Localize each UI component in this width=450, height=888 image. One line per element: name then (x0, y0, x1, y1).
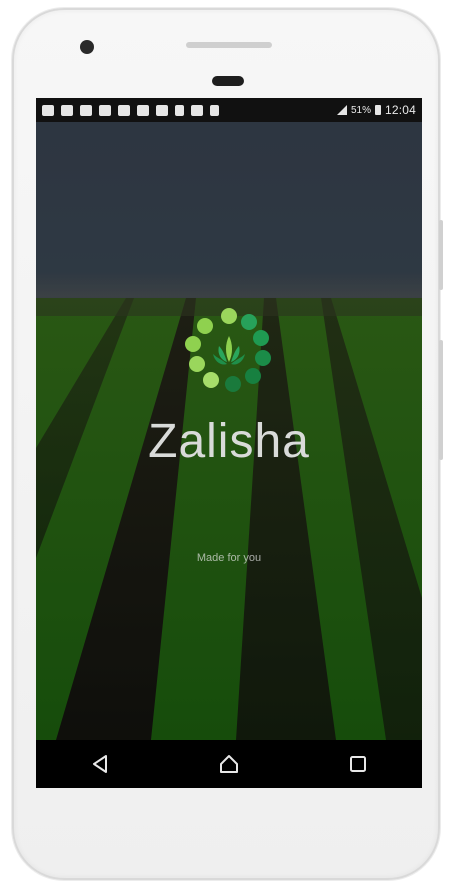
zalisha-logo-icon (185, 308, 271, 392)
proximity-sensor (212, 76, 244, 86)
app-tagline: Made for you (196, 552, 262, 564)
window-icon (99, 104, 111, 116)
twitter-icon (137, 104, 149, 116)
no-signal-icon (191, 104, 203, 116)
back-icon (93, 755, 108, 773)
sim2-icon (210, 104, 219, 116)
notification-icons (42, 104, 219, 116)
recents-button[interactable] (334, 744, 382, 784)
phone-frame: 51% 12:04 Zalisha Made for you (12, 8, 443, 880)
recents-icon (349, 756, 366, 772)
signal-icon (336, 105, 347, 115)
phone-screen: 51% 12:04 Zalisha Made for you (36, 98, 422, 788)
status-right: 51% 12:04 (336, 103, 416, 117)
home-button[interactable] (205, 744, 253, 784)
battery-icon (374, 105, 381, 115)
voicemail-icon (156, 104, 168, 116)
navigation-bar (36, 740, 422, 788)
mail-icon (118, 104, 130, 116)
facebook-icon (42, 104, 54, 116)
sim1-icon (175, 104, 184, 116)
home-icon (219, 755, 238, 773)
battery-percent: 51% (350, 104, 371, 116)
clock: 12:04 (384, 103, 416, 117)
front-camera (80, 40, 94, 54)
image-icon (80, 104, 92, 116)
power-button (439, 340, 443, 460)
earpiece-speaker (186, 42, 272, 48)
back-button[interactable] (76, 744, 124, 784)
status-bar: 51% 12:04 (36, 98, 422, 122)
message-icon (61, 104, 73, 116)
app-title: Zalisha (148, 415, 310, 468)
splash-screen: Zalisha Made for you (36, 122, 422, 740)
volume-button (439, 220, 443, 290)
